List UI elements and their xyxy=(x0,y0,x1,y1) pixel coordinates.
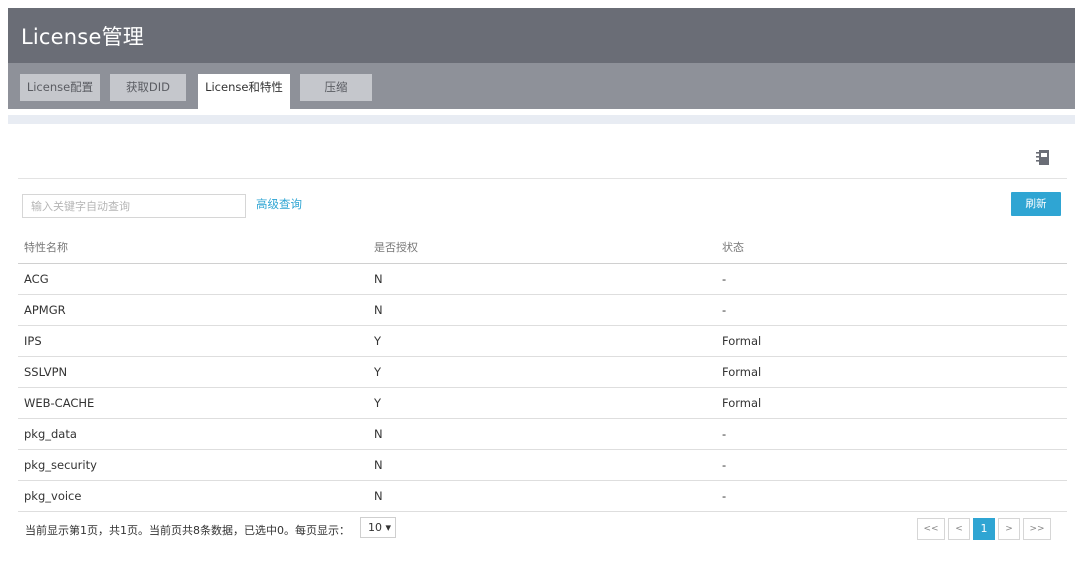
prev-page-button[interactable]: < xyxy=(948,518,970,540)
column-header-authorized: 是否授权 xyxy=(374,240,418,254)
content-band xyxy=(8,115,1075,124)
tab-compress[interactable]: 压缩 xyxy=(300,74,372,101)
refresh-button[interactable]: 刷新 xyxy=(1011,192,1061,216)
column-header-feature: 特性名称 xyxy=(24,240,68,254)
authorized-cell: Y xyxy=(374,396,382,410)
feature-name-cell: ACG xyxy=(24,272,49,286)
first-page-button[interactable]: << xyxy=(917,518,945,540)
table-row[interactable]: IPS Y Formal xyxy=(18,326,1067,357)
search-input[interactable] xyxy=(22,194,246,218)
pagination: << < 1 > >> xyxy=(917,518,1054,540)
authorized-cell: N xyxy=(374,303,383,317)
status-cell: - xyxy=(722,427,727,441)
page-title: License管理 xyxy=(21,25,144,49)
authorized-cell: N xyxy=(374,458,383,472)
tab-license-features[interactable]: License和特性 xyxy=(198,74,290,109)
table-row[interactable]: WEB-CACHE Y Formal xyxy=(18,388,1067,419)
advanced-query-link[interactable]: 高级查询 xyxy=(256,196,302,212)
table-row[interactable]: APMGR N - xyxy=(18,295,1067,326)
feature-name-cell: APMGR xyxy=(24,303,66,317)
table-row[interactable]: pkg_security N - xyxy=(18,450,1067,481)
status-cell: - xyxy=(722,489,727,503)
feature-name-cell: pkg_data xyxy=(24,427,77,441)
page-header: License管理 xyxy=(8,8,1075,63)
status-cell: Formal xyxy=(722,396,762,410)
status-cell: - xyxy=(722,303,727,317)
book-icon[interactable] xyxy=(1036,149,1050,166)
tab-bar: License配置 获取DID License和特性 压缩 xyxy=(8,63,1075,109)
feature-name-cell: IPS xyxy=(24,334,42,348)
table-row[interactable]: ACG N - xyxy=(18,264,1067,295)
table-row[interactable]: SSLVPN Y Formal xyxy=(18,357,1067,388)
table-row[interactable]: pkg_voice N - xyxy=(18,481,1067,512)
app-frame: License管理 License配置 获取DID License和特性 压缩 … xyxy=(8,8,1075,561)
divider xyxy=(18,178,1067,179)
next-page-button[interactable]: > xyxy=(998,518,1020,540)
authorized-cell: Y xyxy=(374,334,382,348)
authorized-cell: N xyxy=(374,272,383,286)
feature-name-cell: pkg_security xyxy=(24,458,97,472)
table-header: 特性名称 是否授权 状态 xyxy=(18,230,1067,264)
feature-name-cell: pkg_voice xyxy=(24,489,82,503)
table-row[interactable]: pkg_data N - xyxy=(18,419,1067,450)
status-cell: Formal xyxy=(722,334,762,348)
page-size-select[interactable]: 10 ▾ xyxy=(360,517,396,538)
feature-name-cell: SSLVPN xyxy=(24,365,68,379)
tab-license-config[interactable]: License配置 xyxy=(20,74,100,101)
pagination-summary: 当前显示第1页，共1页。当前页共8条数据，已选中0。每页显示： xyxy=(25,524,350,537)
status-cell: - xyxy=(722,272,727,286)
features-table: 特性名称 是否授权 状态 ACG N - APMGR N - IPS Y For… xyxy=(18,230,1067,512)
feature-name-cell: WEB-CACHE xyxy=(24,396,95,410)
authorized-cell: Y xyxy=(374,365,382,379)
last-page-button[interactable]: >> xyxy=(1023,518,1051,540)
status-cell: Formal xyxy=(722,365,762,379)
authorized-cell: N xyxy=(374,489,383,503)
authorized-cell: N xyxy=(374,427,383,441)
status-cell: - xyxy=(722,458,727,472)
page-1-button[interactable]: 1 xyxy=(973,518,995,540)
column-header-status: 状态 xyxy=(722,240,744,254)
tab-get-did[interactable]: 获取DID xyxy=(110,74,186,101)
